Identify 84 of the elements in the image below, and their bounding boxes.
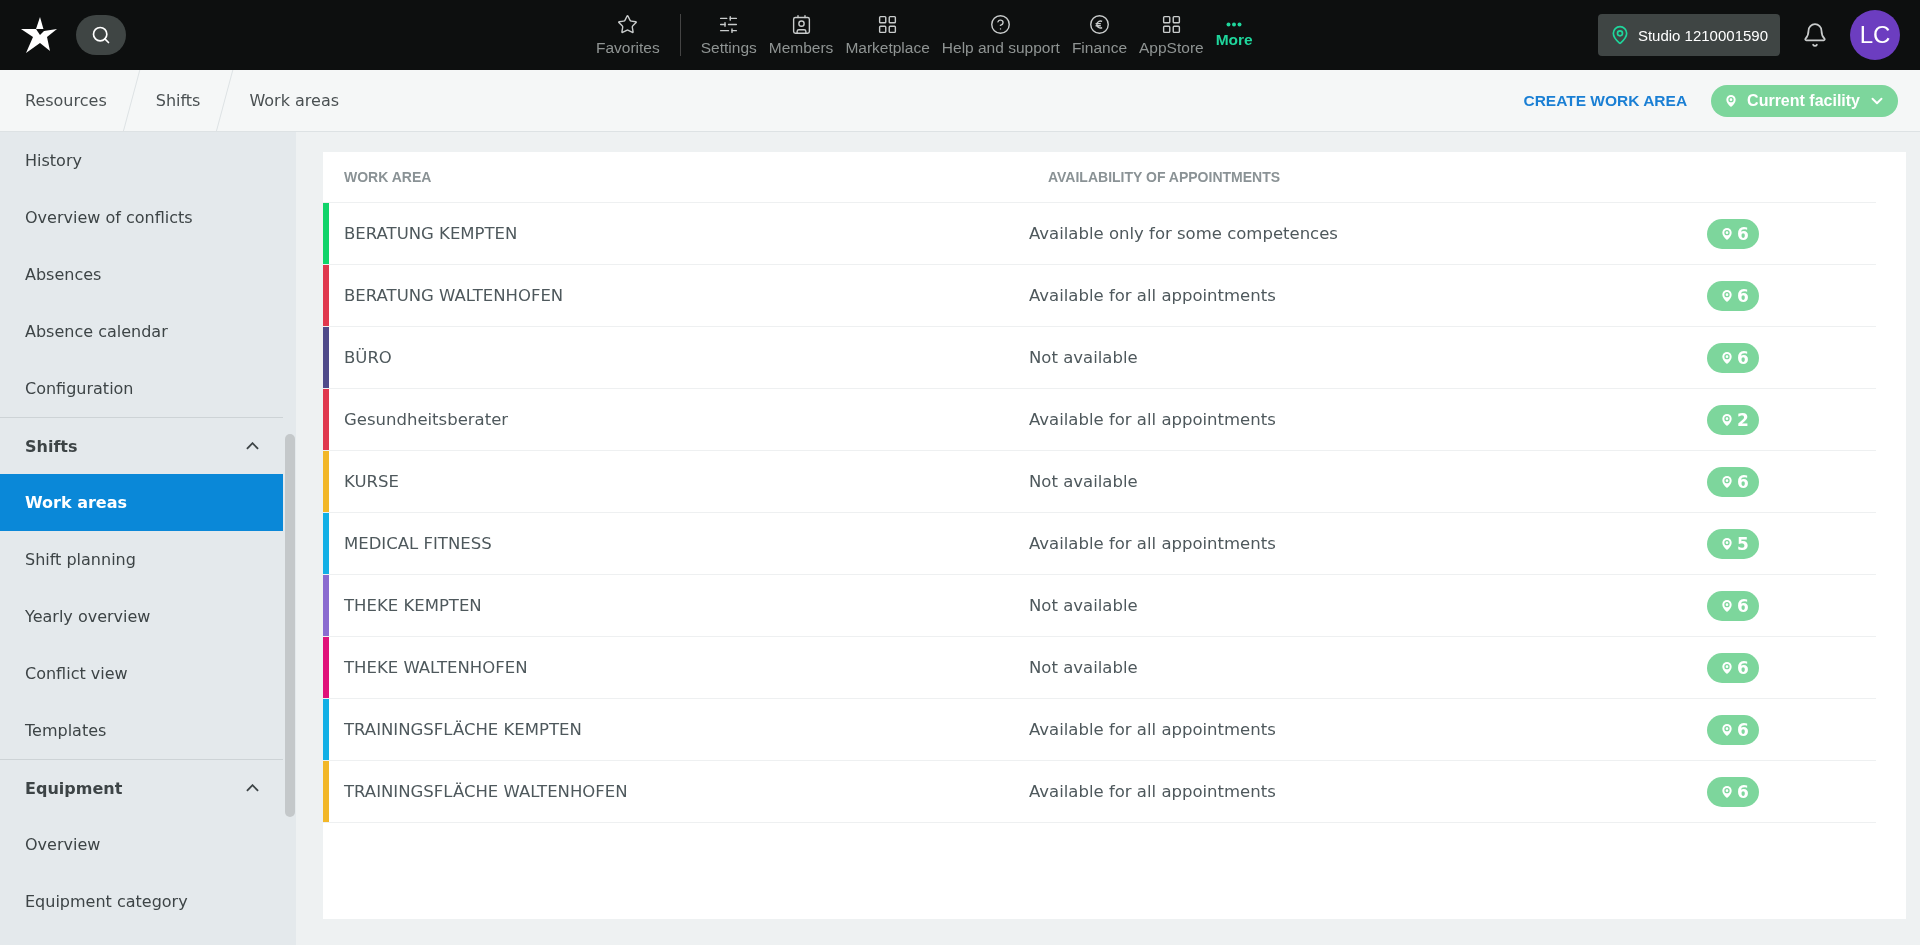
euro-icon [1088, 13, 1110, 35]
table-cell: THEKE KEMPTEN [344, 596, 482, 615]
chevron-up-icon [246, 442, 259, 450]
table-cell: THEKE WALTENHOFEN [344, 658, 528, 677]
sidebar-item[interactable]: Overview of conflicts [0, 189, 283, 246]
facility-count-badge: 6 [1707, 714, 1759, 745]
breadcrumb-link[interactable]: Resources [0, 91, 131, 110]
sidebar-item[interactable]: Shift planning [0, 531, 283, 588]
star-icon [617, 13, 639, 35]
scrollbar-thumb[interactable] [285, 434, 295, 817]
facility-count-badge: 2 [1707, 404, 1759, 435]
column-header: WORK AREA [323, 152, 1027, 203]
facility-count-badge: 6 [1707, 218, 1759, 249]
facility-count-badge: 6 [1707, 466, 1759, 497]
table-cell: Available only for some competences [1029, 224, 1338, 243]
sidebar-item[interactable]: Equipment category [0, 873, 283, 930]
location-pin-icon [1719, 721, 1735, 738]
sidebar-section[interactable]: Equipment [0, 759, 283, 816]
nav-item[interactable]: Help and support [935, 5, 1066, 65]
location-pin-icon [1719, 225, 1735, 242]
table-cell: Available for all appointments [1029, 534, 1276, 553]
sidebar-item[interactable]: Templates [0, 702, 283, 759]
facility-count-badge: 6 [1707, 342, 1759, 373]
table-cell: Not available [1029, 348, 1138, 367]
nav-item[interactable]: Marketplace [839, 5, 936, 65]
grid-icon [1160, 13, 1182, 35]
facility-count-badge: 6 [1707, 776, 1759, 807]
facility-count-badge: 5 [1707, 528, 1759, 559]
user-avatar[interactable]: LC [1850, 10, 1900, 60]
more-icon [1226, 21, 1243, 27]
location-pin-icon [1719, 597, 1735, 614]
table-cell: Gesundheitsberater [344, 410, 509, 429]
table-cell: Not available [1029, 658, 1138, 677]
location-pin-icon [1719, 473, 1735, 490]
search-icon [91, 25, 111, 45]
location-pin-icon [1719, 535, 1735, 552]
column-header: AVAILABILITY OF APPOINTMENTS [1027, 152, 1705, 203]
nav-item[interactable]: Favorites [590, 5, 666, 65]
table-cell: Available for all appointments [1029, 410, 1276, 429]
facility-count-badge: 6 [1707, 280, 1759, 311]
studio-button[interactable]: Studio 1210001590 [1597, 14, 1780, 56]
sidebar-item[interactable]: Overview [0, 816, 283, 873]
nav-item[interactable]: Settings [694, 5, 763, 65]
contact-card-icon [790, 13, 812, 35]
sidebar-item[interactable]: History [0, 132, 283, 189]
nav-item[interactable]: More [1209, 5, 1259, 65]
nav-item[interactable]: Finance [1065, 5, 1134, 65]
table-cell: TRAININGSFLÄCHE KEMPTEN [344, 720, 582, 739]
table-cell: Not available [1029, 596, 1138, 615]
table-cell: Available for all appointments [1029, 782, 1276, 801]
table-cell: Not available [1029, 472, 1138, 491]
star-logo-icon[interactable] [20, 15, 58, 55]
create-work-area-link[interactable]: CREATE WORK AREA [1523, 91, 1688, 110]
table-cell: KURSE [344, 472, 399, 491]
table-cell: Available for all appointments [1029, 286, 1276, 305]
location-pin-icon [1719, 783, 1735, 800]
chevron-up-icon [246, 784, 259, 792]
location-pin-icon [1719, 411, 1735, 428]
sidebar-item[interactable]: Absences [0, 246, 283, 303]
sidebar-item[interactable]: Conflict view [0, 645, 283, 702]
grid-icon [877, 13, 899, 35]
location-pin-icon [1719, 287, 1735, 304]
sidebar-item[interactable]: Work areas [0, 474, 283, 531]
location-pin-icon [1719, 659, 1735, 676]
table-cell: BERATUNG WALTENHOFEN [344, 286, 564, 305]
table-cell: BERATUNG KEMPTEN [344, 224, 518, 243]
sliders-icon [718, 13, 740, 35]
sidebar-item[interactable]: Configuration [0, 360, 283, 417]
nav-item[interactable]: AppStore [1133, 5, 1210, 65]
sidebar-item[interactable]: Yearly overview [0, 588, 283, 645]
breadcrumb-link[interactable]: Work areas [225, 91, 364, 110]
help-icon [990, 13, 1012, 35]
table-cell: MEDICAL FITNESS [344, 534, 492, 553]
facility-count-badge: 6 [1707, 652, 1759, 683]
search-button[interactable] [76, 15, 126, 55]
breadcrumb-link[interactable]: Shifts [131, 91, 225, 110]
table-cell: TRAININGSFLÄCHE WALTENHOFEN [344, 782, 628, 801]
nav-item[interactable]: Members [762, 5, 840, 65]
facility-count-badge: 6 [1707, 590, 1759, 621]
bell-icon[interactable] [1802, 22, 1828, 48]
table-cell: Available for all appointments [1029, 720, 1276, 739]
sidebar-item[interactable]: Absence calendar [0, 303, 283, 360]
location-pin-icon [1719, 349, 1735, 366]
table-cell: BÜRO [344, 348, 392, 367]
